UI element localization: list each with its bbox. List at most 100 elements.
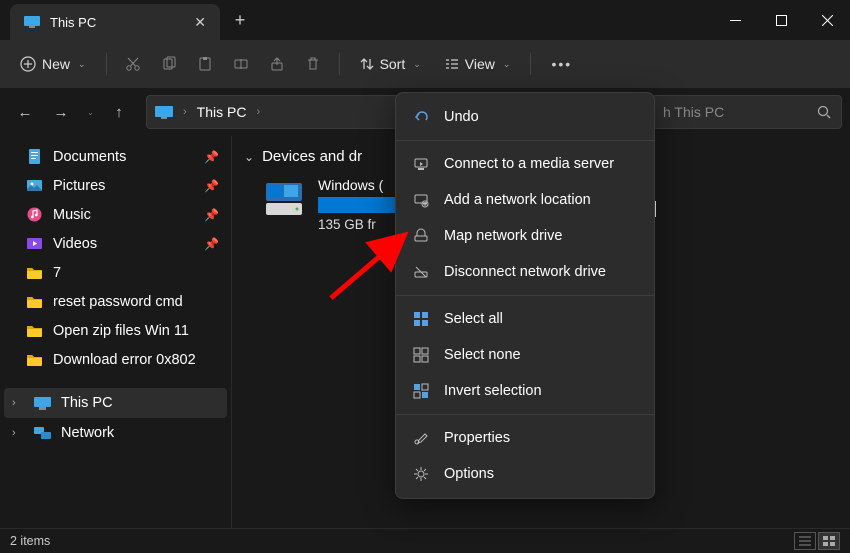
menu-item-select-all[interactable]: Select all: [396, 301, 654, 337]
select-all-icon: [412, 310, 430, 328]
up-button[interactable]: ↑: [102, 95, 136, 129]
chevron-right-icon[interactable]: ›: [12, 397, 24, 409]
tab-title: This PC: [50, 15, 96, 30]
videos-icon: [26, 235, 43, 252]
search-input[interactable]: h This PC: [652, 95, 842, 129]
pin-icon: 📌: [204, 208, 219, 222]
new-tab-button[interactable]: +: [220, 0, 260, 40]
pin-icon: 📌: [204, 237, 219, 251]
menu-item-label: Options: [444, 466, 494, 482]
view-label: View: [465, 56, 495, 72]
tab-this-pc[interactable]: This PC ✕: [10, 4, 220, 40]
tab-close-icon[interactable]: ✕: [194, 14, 206, 31]
pin-icon: 📌: [204, 150, 219, 164]
status-bar: 2 items: [0, 528, 850, 553]
sidebar: Documents📌Pictures📌Music📌Videos📌7reset p…: [0, 136, 232, 528]
menu-item-label: Properties: [444, 430, 510, 446]
menu-item-invert-selection[interactable]: Invert selection: [396, 373, 654, 409]
view-icon: [445, 57, 459, 71]
recent-button[interactable]: ⌄: [80, 95, 100, 129]
plus-circle-icon: [20, 56, 36, 72]
status-text: 2 items: [10, 534, 50, 548]
rename-button[interactable]: [225, 50, 257, 78]
menu-separator: [396, 140, 654, 141]
menu-item-label: Invert selection: [444, 383, 542, 399]
tree-item-network[interactable]: ›Network: [4, 418, 227, 448]
pc-icon: [155, 106, 173, 119]
menu-item-map-network-drive[interactable]: Map network drive: [396, 218, 654, 254]
details-view-toggle[interactable]: [794, 532, 816, 550]
new-button[interactable]: New ⌄: [10, 50, 96, 78]
menu-item-label: Disconnect network drive: [444, 264, 606, 280]
sidebar-item-pictures[interactable]: Pictures 📌: [4, 171, 227, 200]
paste-icon: [197, 56, 213, 72]
folder-icon: [26, 351, 43, 368]
pin-icon: 📌: [204, 179, 219, 193]
menu-item-undo[interactable]: Undo: [396, 99, 654, 135]
sidebar-item-7[interactable]: 7: [4, 258, 227, 287]
paste-button[interactable]: [189, 50, 221, 78]
titlebar: This PC ✕ +: [0, 0, 850, 40]
sidebar-item-music[interactable]: Music 📌: [4, 200, 227, 229]
menu-item-label: Select none: [444, 347, 521, 363]
sidebar-item-label: Music: [53, 207, 91, 223]
breadcrumb-location[interactable]: This PC: [197, 104, 247, 120]
maximize-button[interactable]: [758, 0, 804, 40]
sort-button[interactable]: Sort ⌄: [350, 50, 431, 78]
close-button[interactable]: [804, 0, 850, 40]
chevron-right-icon[interactable]: ›: [12, 427, 24, 439]
tree-item-this-pc[interactable]: › This PC: [4, 388, 227, 418]
pc-icon: [34, 397, 51, 410]
cut-button[interactable]: [117, 50, 149, 78]
documents-icon: [26, 148, 43, 165]
network-icon: [34, 427, 51, 440]
undo-icon: [412, 108, 430, 126]
menu-item-label: Add a network location: [444, 192, 591, 208]
share-button[interactable]: [261, 50, 293, 78]
tiles-view-toggle[interactable]: [818, 532, 840, 550]
divider: [530, 53, 531, 75]
menu-item-label: Undo: [444, 109, 479, 125]
media-server-icon: [412, 155, 430, 173]
pictures-icon: [26, 177, 43, 194]
copy-icon: [161, 56, 177, 72]
sidebar-item-label: Pictures: [53, 178, 105, 194]
menu-item-label: Select all: [444, 311, 503, 327]
sidebar-item-videos[interactable]: Videos📌: [4, 229, 227, 258]
back-button[interactable]: ←: [8, 95, 42, 129]
map-drive-icon: [412, 227, 430, 245]
sidebar-item-documents[interactable]: Documents 📌: [4, 142, 227, 171]
sidebar-item-download-error-0x802[interactable]: Download error 0x802: [4, 345, 227, 374]
menu-item-add-a-network-location[interactable]: Add a network location: [396, 182, 654, 218]
properties-icon: [412, 429, 430, 447]
menu-item-disconnect-network-drive[interactable]: Disconnect network drive: [396, 254, 654, 290]
menu-item-label: Map network drive: [444, 228, 562, 244]
cut-icon: [125, 56, 141, 72]
copy-button[interactable]: [153, 50, 185, 78]
sort-icon: [360, 57, 374, 71]
sidebar-item-label: Documents: [53, 149, 126, 165]
new-label: New: [42, 56, 70, 72]
sidebar-item-label: reset password cmd: [53, 294, 183, 310]
menu-item-select-none[interactable]: Select none: [396, 337, 654, 373]
folder-icon: [26, 322, 43, 339]
tree-item-label: This PC: [61, 395, 113, 411]
breadcrumb-sep: ›: [183, 106, 187, 118]
menu-separator: [396, 295, 654, 296]
forward-button[interactable]: →: [44, 95, 78, 129]
more-button[interactable]: •••: [541, 50, 582, 78]
menu-item-label: Connect to a media server: [444, 156, 614, 172]
rename-icon: [233, 56, 249, 72]
music-icon: [26, 206, 43, 223]
chevron-down-icon: ⌄: [413, 59, 421, 70]
delete-button[interactable]: [297, 50, 329, 78]
view-button[interactable]: View ⌄: [435, 50, 521, 78]
menu-item-options[interactable]: Options: [396, 456, 654, 492]
sidebar-item-open-zip-files-win-11[interactable]: Open zip files Win 11: [4, 316, 227, 345]
menu-item-properties[interactable]: Properties: [396, 420, 654, 456]
minimize-button[interactable]: [712, 0, 758, 40]
toolbar: New ⌄ Sort ⌄ View ⌄ •••: [0, 40, 850, 88]
drive-icon: [262, 177, 306, 221]
menu-item-connect-to-a-media-server[interactable]: Connect to a media server: [396, 146, 654, 182]
sidebar-item-reset-password-cmd[interactable]: reset password cmd: [4, 287, 227, 316]
